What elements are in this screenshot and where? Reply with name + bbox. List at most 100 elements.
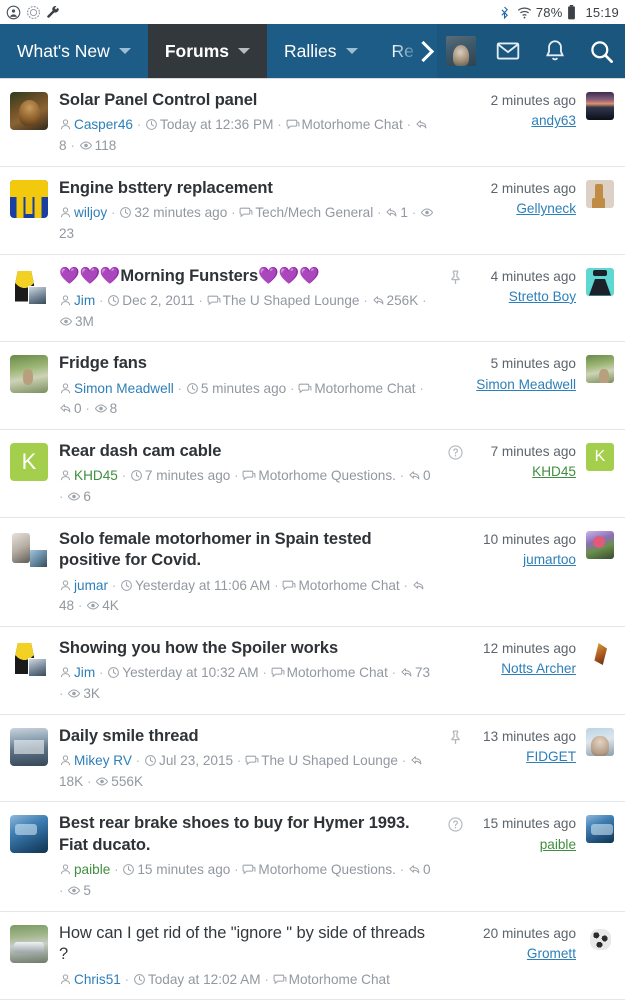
thread-forum[interactable]: Motorhome Chat (314, 381, 415, 396)
last-post-time[interactable]: 5 minutes ago (491, 356, 576, 371)
thread-title[interactable]: Best rear brake shoes to buy for Hymer 1… (59, 813, 436, 856)
thread-author-link[interactable]: Jim (74, 293, 95, 308)
thread-author-link[interactable]: jumar (74, 578, 108, 593)
last-post-time[interactable]: 20 minutes ago (483, 926, 576, 941)
last-post-avatar[interactable] (586, 92, 614, 120)
thread-last-post: 13 minutes ago FIDGET (468, 726, 576, 768)
last-post-time[interactable]: 15 minutes ago (483, 816, 576, 831)
account-menu-button[interactable] (437, 24, 484, 78)
thread-forum[interactable]: Motorhome Chat (289, 972, 390, 987)
thread-row[interactable]: Daily smile thread Mikey RV · Jul 23, 201… (0, 714, 625, 803)
last-post-avatar[interactable] (586, 815, 614, 844)
thread-row[interactable]: 💜💜💜Morning Funsters💜💜💜 Jim · Dec 2, 2011 … (0, 254, 625, 343)
last-post-time[interactable]: 7 minutes ago (491, 444, 576, 459)
thread-view-count: 118 (94, 138, 117, 154)
last-post-author-link[interactable]: Notts Archer (468, 659, 576, 679)
thread-row[interactable]: K Rear dash cam cable KHD45 · 7 minutes ag… (0, 430, 625, 518)
last-post-time[interactable]: 2 minutes ago (491, 181, 576, 196)
thread-title[interactable]: Solar Panel Control panel (59, 90, 436, 111)
avatar-letter: K (21, 449, 37, 474)
thread-forum[interactable]: Motorhome Questions. (258, 862, 396, 877)
last-post-author-link[interactable]: paible (468, 835, 576, 855)
search-button[interactable] (578, 24, 625, 78)
nav-tab-rallies[interactable]: Rallies (267, 24, 375, 78)
meta-separator: · (70, 138, 75, 154)
nav-tab-whats-new[interactable]: What's New (0, 24, 148, 78)
last-post-avatar-wrap (585, 267, 615, 296)
thread-author-avatar[interactable] (10, 639, 48, 678)
last-post-author-link[interactable]: Gellyneck (468, 199, 576, 219)
thread-forum[interactable]: Motorhome Chat (302, 117, 403, 132)
last-post-author-link[interactable]: FIDGET (468, 747, 576, 767)
thread-row[interactable]: Showing you how the Spoiler works Jim · Y… (0, 626, 625, 715)
last-post-avatar[interactable] (586, 179, 614, 208)
thread-title[interactable]: Engine bsttery replacement (59, 178, 436, 199)
last-post-author-link[interactable]: Stretto Boy (468, 287, 576, 307)
last-post-avatar[interactable]: K (586, 443, 614, 471)
last-post-author-link[interactable]: Simon Meadwell (468, 375, 576, 395)
thread-author-avatar[interactable] (10, 815, 48, 854)
thread-forum[interactable]: Motorhome Chat (287, 665, 388, 680)
thread-row[interactable]: Engine bsttery replacement wiljoy · 32 mi… (0, 166, 625, 255)
thread-title[interactable]: 💜💜💜Morning Funsters💜💜💜 (59, 266, 436, 287)
thread-row[interactable]: How can I get rid of the "ignore " by si… (0, 911, 625, 1000)
last-post-time[interactable]: 2 minutes ago (491, 93, 576, 108)
thread-reply-count: 0 (423, 862, 431, 878)
thread-forum[interactable]: Motorhome Chat (298, 578, 399, 593)
thread-author-avatar[interactable]: K (10, 443, 48, 481)
inbox-button[interactable] (484, 24, 531, 78)
thread-author-link[interactable]: Jim (74, 665, 95, 680)
thread-title[interactable]: Solo female motorhomer in Spain tested p… (59, 529, 436, 572)
last-post-author-link[interactable]: KHD45 (468, 462, 576, 482)
thread-forum[interactable]: Motorhome Questions. (258, 468, 396, 483)
nav-tab-forums[interactable]: Forums (147, 24, 267, 78)
thread-author-link[interactable]: paible (74, 862, 110, 877)
last-post-author-link[interactable]: Gromett (468, 944, 576, 964)
thread-author-link[interactable]: Mikey RV (74, 753, 132, 768)
thread-author-avatar[interactable] (10, 727, 48, 766)
nav-tabs-scroller[interactable]: What's New Forums Rallies Re (0, 24, 437, 78)
chevron-down-icon[interactable] (345, 48, 358, 54)
thread-badge-placeholder (442, 529, 468, 532)
thread-author-link[interactable]: wiljoy (74, 205, 107, 220)
last-post-author-link[interactable]: andy63 (468, 111, 576, 131)
last-post-avatar[interactable] (586, 267, 614, 296)
thread-title[interactable]: How can I get rid of the "ignore " by si… (59, 923, 436, 966)
thread-row[interactable]: Solar Panel Control panel Casper46 · Toda… (0, 79, 625, 167)
last-post-time[interactable]: 12 minutes ago (483, 641, 576, 656)
thread-author-avatar[interactable] (10, 92, 48, 130)
thread-author-link[interactable]: KHD45 (74, 468, 118, 483)
thread-title[interactable]: Rear dash cam cable (59, 441, 436, 462)
last-post-time[interactable]: 10 minutes ago (483, 532, 576, 547)
nav-tab-reviews-truncated[interactable]: Re (375, 24, 431, 78)
thread-author-avatar[interactable] (10, 355, 48, 394)
thread-meta: Simon Meadwell · 5 minutes ago · Motorho… (59, 379, 436, 420)
thread-forum[interactable]: The U Shaped Lounge (223, 293, 360, 308)
thread-author-link[interactable]: Simon Meadwell (74, 381, 174, 396)
thread-row[interactable]: Best rear brake shoes to buy for Hymer 1… (0, 802, 625, 912)
last-post-avatar[interactable] (586, 530, 614, 559)
thread-forum[interactable]: Tech/Mech General (255, 205, 373, 220)
thread-author-avatar[interactable] (10, 530, 48, 569)
thread-author-link[interactable]: Casper46 (74, 117, 133, 132)
alerts-button[interactable] (531, 24, 578, 78)
thread-row[interactable]: Solo female motorhomer in Spain tested p… (0, 517, 625, 627)
thread-title[interactable]: Fridge fans (59, 353, 436, 374)
chevron-down-icon[interactable] (238, 48, 250, 54)
thread-title[interactable]: Daily smile thread (59, 726, 436, 747)
last-post-time[interactable]: 4 minutes ago (491, 269, 576, 284)
thread-author-avatar[interactable] (10, 179, 48, 218)
last-post-avatar[interactable] (586, 639, 614, 668)
thread-row[interactable]: Fridge fans Simon Meadwell · 5 minutes ag… (0, 342, 625, 430)
thread-title[interactable]: Showing you how the Spoiler works (59, 638, 436, 659)
last-post-avatar[interactable] (586, 727, 614, 756)
thread-forum[interactable]: The U Shaped Lounge (261, 753, 398, 768)
last-post-time[interactable]: 13 minutes ago (483, 729, 576, 744)
thread-author-link[interactable]: Chris51 (74, 972, 121, 987)
thread-author-avatar[interactable] (10, 267, 48, 306)
chevron-down-icon[interactable] (118, 48, 131, 54)
last-post-avatar[interactable] (586, 355, 614, 384)
thread-author-avatar[interactable] (10, 924, 48, 963)
last-post-avatar[interactable] (586, 924, 614, 953)
last-post-author-link[interactable]: jumartoo (468, 550, 576, 570)
